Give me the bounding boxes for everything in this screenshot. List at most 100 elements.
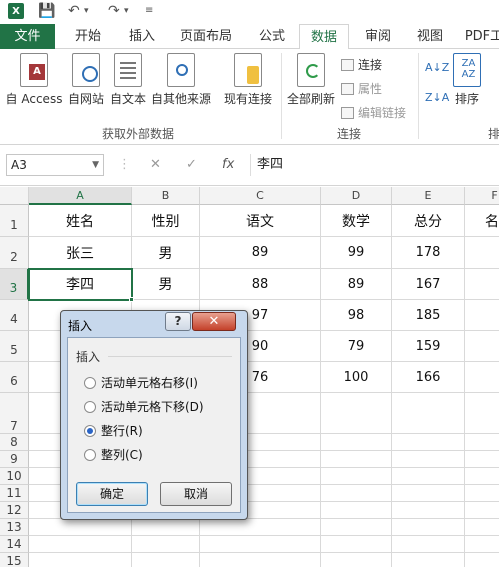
radio-selected-icon[interactable] xyxy=(84,425,96,437)
row-header[interactable]: 1 xyxy=(0,205,29,237)
help-button[interactable]: ? xyxy=(165,312,191,331)
cell-d2[interactable]: 99 xyxy=(321,237,392,269)
cell-f3[interactable] xyxy=(465,269,499,300)
cell-e3[interactable]: 167 xyxy=(392,269,465,300)
row-header[interactable]: 5 xyxy=(0,331,29,362)
row-header[interactable]: 15 xyxy=(0,553,29,567)
row-header[interactable]: 7 xyxy=(0,393,29,434)
column-header-c[interactable]: C xyxy=(200,187,321,205)
cell-b3[interactable]: 男 xyxy=(132,269,200,300)
radio-icon[interactable] xyxy=(84,401,96,413)
cell-e2[interactable]: 178 xyxy=(392,237,465,269)
cell-d3[interactable]: 89 xyxy=(321,269,392,300)
radio-icon[interactable] xyxy=(84,377,96,389)
row-header-selected[interactable]: 3 xyxy=(0,269,29,300)
edit-links-button[interactable]: 编辑链接 xyxy=(341,104,406,121)
undo-dropdown-icon[interactable]: ▾ xyxy=(84,2,89,20)
cell-d4[interactable]: 98 xyxy=(321,300,392,331)
ok-button[interactable]: 确定 xyxy=(76,482,148,506)
cell-e4[interactable]: 185 xyxy=(392,300,465,331)
formula-input[interactable]: 李四 xyxy=(250,154,499,176)
row-header[interactable]: 6 xyxy=(0,362,29,393)
row-header[interactable]: 8 xyxy=(0,434,29,451)
sort-button[interactable]: ZA AZ 排序 xyxy=(450,53,484,107)
sort-asc-icon[interactable]: A↓Z xyxy=(425,61,449,74)
undo-icon[interactable]: ↶ xyxy=(68,2,80,20)
customize-qat-icon[interactable]: ≡ xyxy=(145,2,153,20)
row-header[interactable]: 12 xyxy=(0,502,29,519)
tab-page-layout[interactable]: 页面布局 xyxy=(172,24,240,49)
tab-review[interactable]: 审阅 xyxy=(354,24,402,49)
option-shift-down[interactable]: 活动单元格下移(D) xyxy=(84,398,204,415)
row-header[interactable]: 2 xyxy=(0,237,29,269)
close-button[interactable]: ✕ xyxy=(192,312,236,331)
cell-c2[interactable]: 89 xyxy=(200,237,321,269)
cell-b2[interactable]: 男 xyxy=(132,237,200,269)
cancel-button[interactable]: 取消 xyxy=(160,482,232,506)
tab-home[interactable]: 开始 xyxy=(64,24,112,49)
cell-f1[interactable]: 名 xyxy=(465,205,499,237)
redo-icon[interactable]: ↷ xyxy=(108,2,120,20)
connections-button[interactable]: 连接 xyxy=(341,56,382,73)
tab-file[interactable]: 文件 xyxy=(0,24,55,49)
cell-d6[interactable]: 100 xyxy=(321,362,392,393)
refresh-all-button[interactable]: 全部刷新 xyxy=(286,53,336,107)
row-header[interactable]: 10 xyxy=(0,468,29,485)
save-icon[interactable]: 💾 xyxy=(38,2,55,20)
cell-a3[interactable]: 李四 xyxy=(29,269,132,300)
from-other-sources-button[interactable]: 自其他来源 xyxy=(150,53,212,107)
cell-e1[interactable]: 总分 xyxy=(392,205,465,237)
tab-formulas[interactable]: 公式 xyxy=(248,24,296,49)
select-all-corner[interactable] xyxy=(0,187,29,205)
option-entire-row[interactable]: 整行(R) xyxy=(84,422,143,439)
column-header-d[interactable]: D xyxy=(321,187,392,205)
cell-a1[interactable]: 姓名 xyxy=(29,205,132,237)
column-header-f[interactable]: F xyxy=(465,187,499,205)
cell-f2[interactable] xyxy=(465,237,499,269)
chevron-down-icon[interactable]: ▼ xyxy=(92,155,99,175)
properties-label: 属性 xyxy=(358,82,383,96)
column-header-e[interactable]: E xyxy=(392,187,465,205)
tab-pdf[interactable]: PDF工 xyxy=(460,24,499,49)
column-gridline xyxy=(464,393,465,567)
insert-function-icon[interactable]: fx xyxy=(222,154,234,176)
cell-d1[interactable]: 数学 xyxy=(321,205,392,237)
cell-e5[interactable]: 159 xyxy=(392,331,465,362)
redo-dropdown-icon[interactable]: ▾ xyxy=(124,2,129,20)
existing-connections-icon xyxy=(234,53,262,87)
cell-f6[interactable] xyxy=(465,362,499,393)
name-box[interactable]: A3 ▼ xyxy=(6,154,104,176)
from-access-button[interactable]: A 自 Access xyxy=(4,53,64,107)
existing-connections-button[interactable]: 现有连接 xyxy=(222,53,274,107)
cell-b1[interactable]: 性别 xyxy=(132,205,200,237)
cell-d5[interactable]: 79 xyxy=(321,331,392,362)
option-shift-right[interactable]: 活动单元格右移(I) xyxy=(84,374,198,391)
cell-f4[interactable] xyxy=(465,300,499,331)
ribbon-tabs: 文件 开始 插入 页面布局 公式 数据 审阅 视图 PDF工 xyxy=(0,24,499,50)
cancel-icon[interactable]: ✕ xyxy=(150,154,161,176)
cell-c1[interactable]: 语文 xyxy=(200,205,321,237)
sort-desc-icon[interactable]: Z↓A xyxy=(425,91,449,104)
row-header[interactable]: 14 xyxy=(0,536,29,553)
row-header[interactable]: 4 xyxy=(0,300,29,331)
radio-icon[interactable] xyxy=(84,449,96,461)
properties-icon xyxy=(341,83,354,95)
row-header[interactable]: 13 xyxy=(0,519,29,536)
row-header[interactable]: 11 xyxy=(0,485,29,502)
column-header-a[interactable]: A xyxy=(29,187,132,205)
tab-view[interactable]: 视图 xyxy=(406,24,454,49)
column-header-b[interactable]: B xyxy=(132,187,200,205)
cell-f5[interactable] xyxy=(465,331,499,362)
cell-c3[interactable]: 88 xyxy=(200,269,321,300)
option-entire-column[interactable]: 整列(C) xyxy=(84,446,143,463)
tab-insert[interactable]: 插入 xyxy=(118,24,166,49)
cell-a2[interactable]: 张三 xyxy=(29,237,132,269)
from-text-button[interactable]: 自文本 xyxy=(108,53,148,107)
cell-e6[interactable]: 166 xyxy=(392,362,465,393)
from-web-button[interactable]: 自网站 xyxy=(66,53,106,107)
enter-icon[interactable]: ✓ xyxy=(186,154,197,176)
properties-button[interactable]: 属性 xyxy=(341,80,382,97)
tab-data[interactable]: 数据 xyxy=(299,24,349,50)
row-header[interactable]: 9 xyxy=(0,451,29,468)
fill-handle[interactable] xyxy=(129,297,134,302)
